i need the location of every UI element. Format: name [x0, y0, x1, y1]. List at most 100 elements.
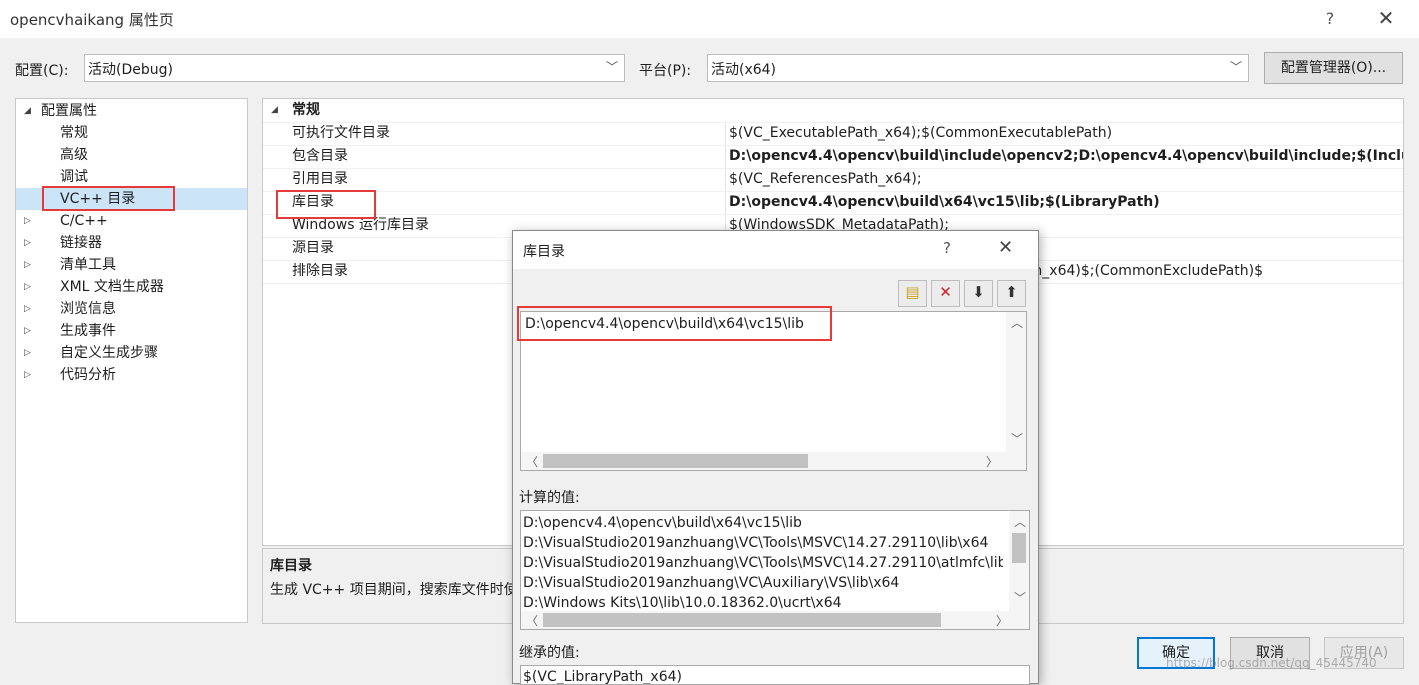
expand-icon[interactable]: ▷	[24, 342, 31, 364]
property-value: D:\opencv4.4\opencv\build\include\opencv…	[729, 148, 1404, 164]
tree-item-label: 链接器	[60, 235, 102, 251]
property-row[interactable]: 引用目录 $(VC_ReferencesPath_x64);	[263, 168, 1403, 192]
new-line-icon[interactable]: ▤	[898, 280, 927, 307]
property-tree: ◢ 配置属性 常规 高级 调试 VC++ 目录 ▷ C/C++ ▷ 链接器 ▷ …	[15, 98, 248, 623]
tree-item-label: 代码分析	[60, 367, 116, 383]
tree-item-advanced[interactable]: 高级	[16, 144, 247, 166]
tree-item-config-properties[interactable]: ◢ 配置属性	[16, 100, 247, 122]
property-name: 引用目录	[292, 171, 348, 187]
property-row[interactable]: 可执行文件目录 $(VC_ExecutablePath_x64);$(Commo…	[263, 122, 1403, 146]
property-name: 可执行文件目录	[292, 125, 390, 141]
highlight-box	[517, 306, 832, 341]
highlight-box	[42, 186, 175, 211]
section-header-general[interactable]: ◢ 常规	[263, 99, 1403, 123]
expand-icon[interactable]: ▷	[24, 276, 31, 298]
expand-icon[interactable]: ▷	[24, 254, 31, 276]
horizontal-scrollbar[interactable]: 〈 〉	[521, 452, 1026, 470]
tree-item-manifest-tool[interactable]: ▷ 清单工具	[16, 254, 247, 276]
config-dropdown[interactable]: 活动(Debug) ﹀	[84, 54, 625, 82]
scroll-right-icon[interactable]: 〉	[986, 453, 998, 470]
computed-value: D:\Windows Kits\10\lib\10.0.18362.0\ucrt…	[523, 595, 842, 611]
dialog-title-bar: 库目录 ? ✕	[513, 231, 1038, 269]
scroll-thumb[interactable]	[1012, 533, 1026, 563]
tree-item-label: 自定义生成步骤	[60, 345, 158, 361]
config-value: 活动(Debug)	[88, 62, 173, 78]
expand-icon[interactable]: ▷	[24, 298, 31, 320]
move-down-icon[interactable]: ⬇	[964, 280, 993, 307]
inherited-values-list: $(VC_LibraryPath_x64)	[520, 665, 1030, 685]
library-directories-dialog: 库目录 ? ✕ ▤ ✕ ⬇ ⬆ D:\opencv4.4\opencv\buil…	[512, 230, 1039, 685]
computed-value: D:\VisualStudio2019anzhuang\VC\Tools\MSV…	[523, 555, 1003, 571]
tree-item-custom-build-step[interactable]: ▷ 自定义生成步骤	[16, 342, 247, 364]
horizontal-scrollbar[interactable]: 〈 〉	[521, 611, 1029, 629]
delete-icon[interactable]: ✕	[931, 280, 960, 307]
tree-item-label: 高级	[60, 147, 88, 163]
watermark: https://blog.csdn.net/qq_45445740	[1166, 656, 1377, 670]
vertical-scrollbar[interactable]: ︿ ﹀	[1009, 511, 1029, 611]
scroll-right-icon[interactable]: 〉	[996, 612, 1008, 629]
collapse-icon[interactable]: ◢	[271, 99, 278, 122]
computed-value: D:\opencv4.4\opencv\build\x64\vc15\lib	[523, 515, 802, 531]
tree-item-build-events[interactable]: ▷ 生成事件	[16, 320, 247, 342]
platform-value: 活动(x64)	[711, 62, 777, 78]
expand-icon[interactable]: ▷	[24, 232, 31, 254]
inherited-values-label: 继承的值:	[519, 645, 580, 661]
move-up-icon[interactable]: ⬆	[997, 280, 1026, 307]
scroll-up-icon[interactable]: ︿	[1011, 314, 1023, 331]
tree-item-browse-info[interactable]: ▷ 浏览信息	[16, 298, 247, 320]
section-title: 常规	[292, 102, 320, 118]
expand-icon[interactable]: ▷	[24, 364, 31, 386]
tree-item-label: 浏览信息	[60, 301, 116, 317]
dialog-help-icon[interactable]: ?	[943, 239, 951, 257]
config-label: 配置(C):	[15, 63, 69, 79]
tree-item-label: XML 文档生成器	[60, 279, 164, 295]
dialog-close-icon[interactable]: ✕	[998, 237, 1013, 258]
tree-item-label: 清单工具	[60, 257, 116, 273]
scroll-thumb[interactable]	[543, 454, 808, 468]
scroll-left-icon[interactable]: 〈	[526, 612, 538, 629]
computed-values-label: 计算的值:	[519, 490, 580, 506]
scroll-thumb[interactable]	[543, 613, 941, 627]
window-title: opencvhaikang 属性页	[10, 11, 174, 29]
config-manager-button[interactable]: 配置管理器(O)...	[1264, 52, 1403, 84]
computed-values-list: D:\opencv4.4\opencv\build\x64\vc15\lib D…	[520, 510, 1030, 630]
computed-value: D:\VisualStudio2019anzhuang\VC\Auxiliary…	[523, 575, 900, 591]
chevron-down-icon: ﹀	[605, 60, 618, 74]
tree-item-debugging[interactable]: 调试	[16, 166, 247, 188]
highlight-box	[276, 190, 376, 219]
collapse-icon[interactable]: ◢	[24, 100, 31, 122]
tree-item-xml-doc-generator[interactable]: ▷ XML 文档生成器	[16, 276, 247, 298]
tree-item-general[interactable]: 常规	[16, 122, 247, 144]
property-row-library-dirs[interactable]: 库目录 D:\opencv4.4\opencv\build\x64\vc15\l…	[263, 191, 1403, 215]
vertical-scrollbar[interactable]: ︿ ﹀	[1006, 312, 1026, 452]
tree-item-linker[interactable]: ▷ 链接器	[16, 232, 247, 254]
chevron-down-icon: ﹀	[1229, 60, 1242, 74]
tree-item-label: 生成事件	[60, 323, 116, 339]
tree-item-label: 配置属性	[41, 103, 97, 119]
expand-icon[interactable]: ▷	[24, 320, 31, 342]
platform-label: 平台(P):	[639, 63, 692, 79]
tree-item-label: C/C++	[60, 213, 108, 229]
platform-dropdown[interactable]: 活动(x64) ﹀	[707, 54, 1249, 82]
scroll-up-icon[interactable]: ︿	[1014, 513, 1026, 530]
tree-item-label: 调试	[60, 169, 88, 185]
property-value: $(VC_ReferencesPath_x64);	[729, 171, 922, 187]
description-title: 库目录	[270, 558, 312, 574]
property-value: D:\opencv4.4\opencv\build\x64\vc15\lib;$…	[729, 194, 1160, 210]
scroll-down-icon[interactable]: ﹀	[1014, 589, 1026, 606]
expand-icon[interactable]: ▷	[24, 210, 31, 232]
title-bar: opencvhaikang 属性页 ? ✕	[0, 0, 1419, 38]
tree-item-cpp[interactable]: ▷ C/C++	[16, 210, 247, 232]
help-icon[interactable]: ?	[1318, 6, 1342, 32]
inherited-value: $(VC_LibraryPath_x64)	[523, 669, 682, 685]
scroll-down-icon[interactable]: ﹀	[1011, 430, 1023, 447]
property-value: $(VC_ExecutablePath_x64);$(CommonExecuta…	[729, 125, 1113, 141]
scroll-left-icon[interactable]: 〈	[526, 453, 538, 470]
dialog-title: 库目录	[523, 244, 565, 260]
close-icon[interactable]: ✕	[1372, 4, 1400, 32]
computed-value: D:\VisualStudio2019anzhuang\VC\Tools\MSV…	[523, 535, 989, 551]
property-row[interactable]: 包含目录 D:\opencv4.4\opencv\build\include\o…	[263, 145, 1404, 169]
tree-item-code-analysis[interactable]: ▷ 代码分析	[16, 364, 247, 386]
property-name: 包含目录	[292, 148, 348, 164]
tree-item-label: 常规	[60, 125, 88, 141]
